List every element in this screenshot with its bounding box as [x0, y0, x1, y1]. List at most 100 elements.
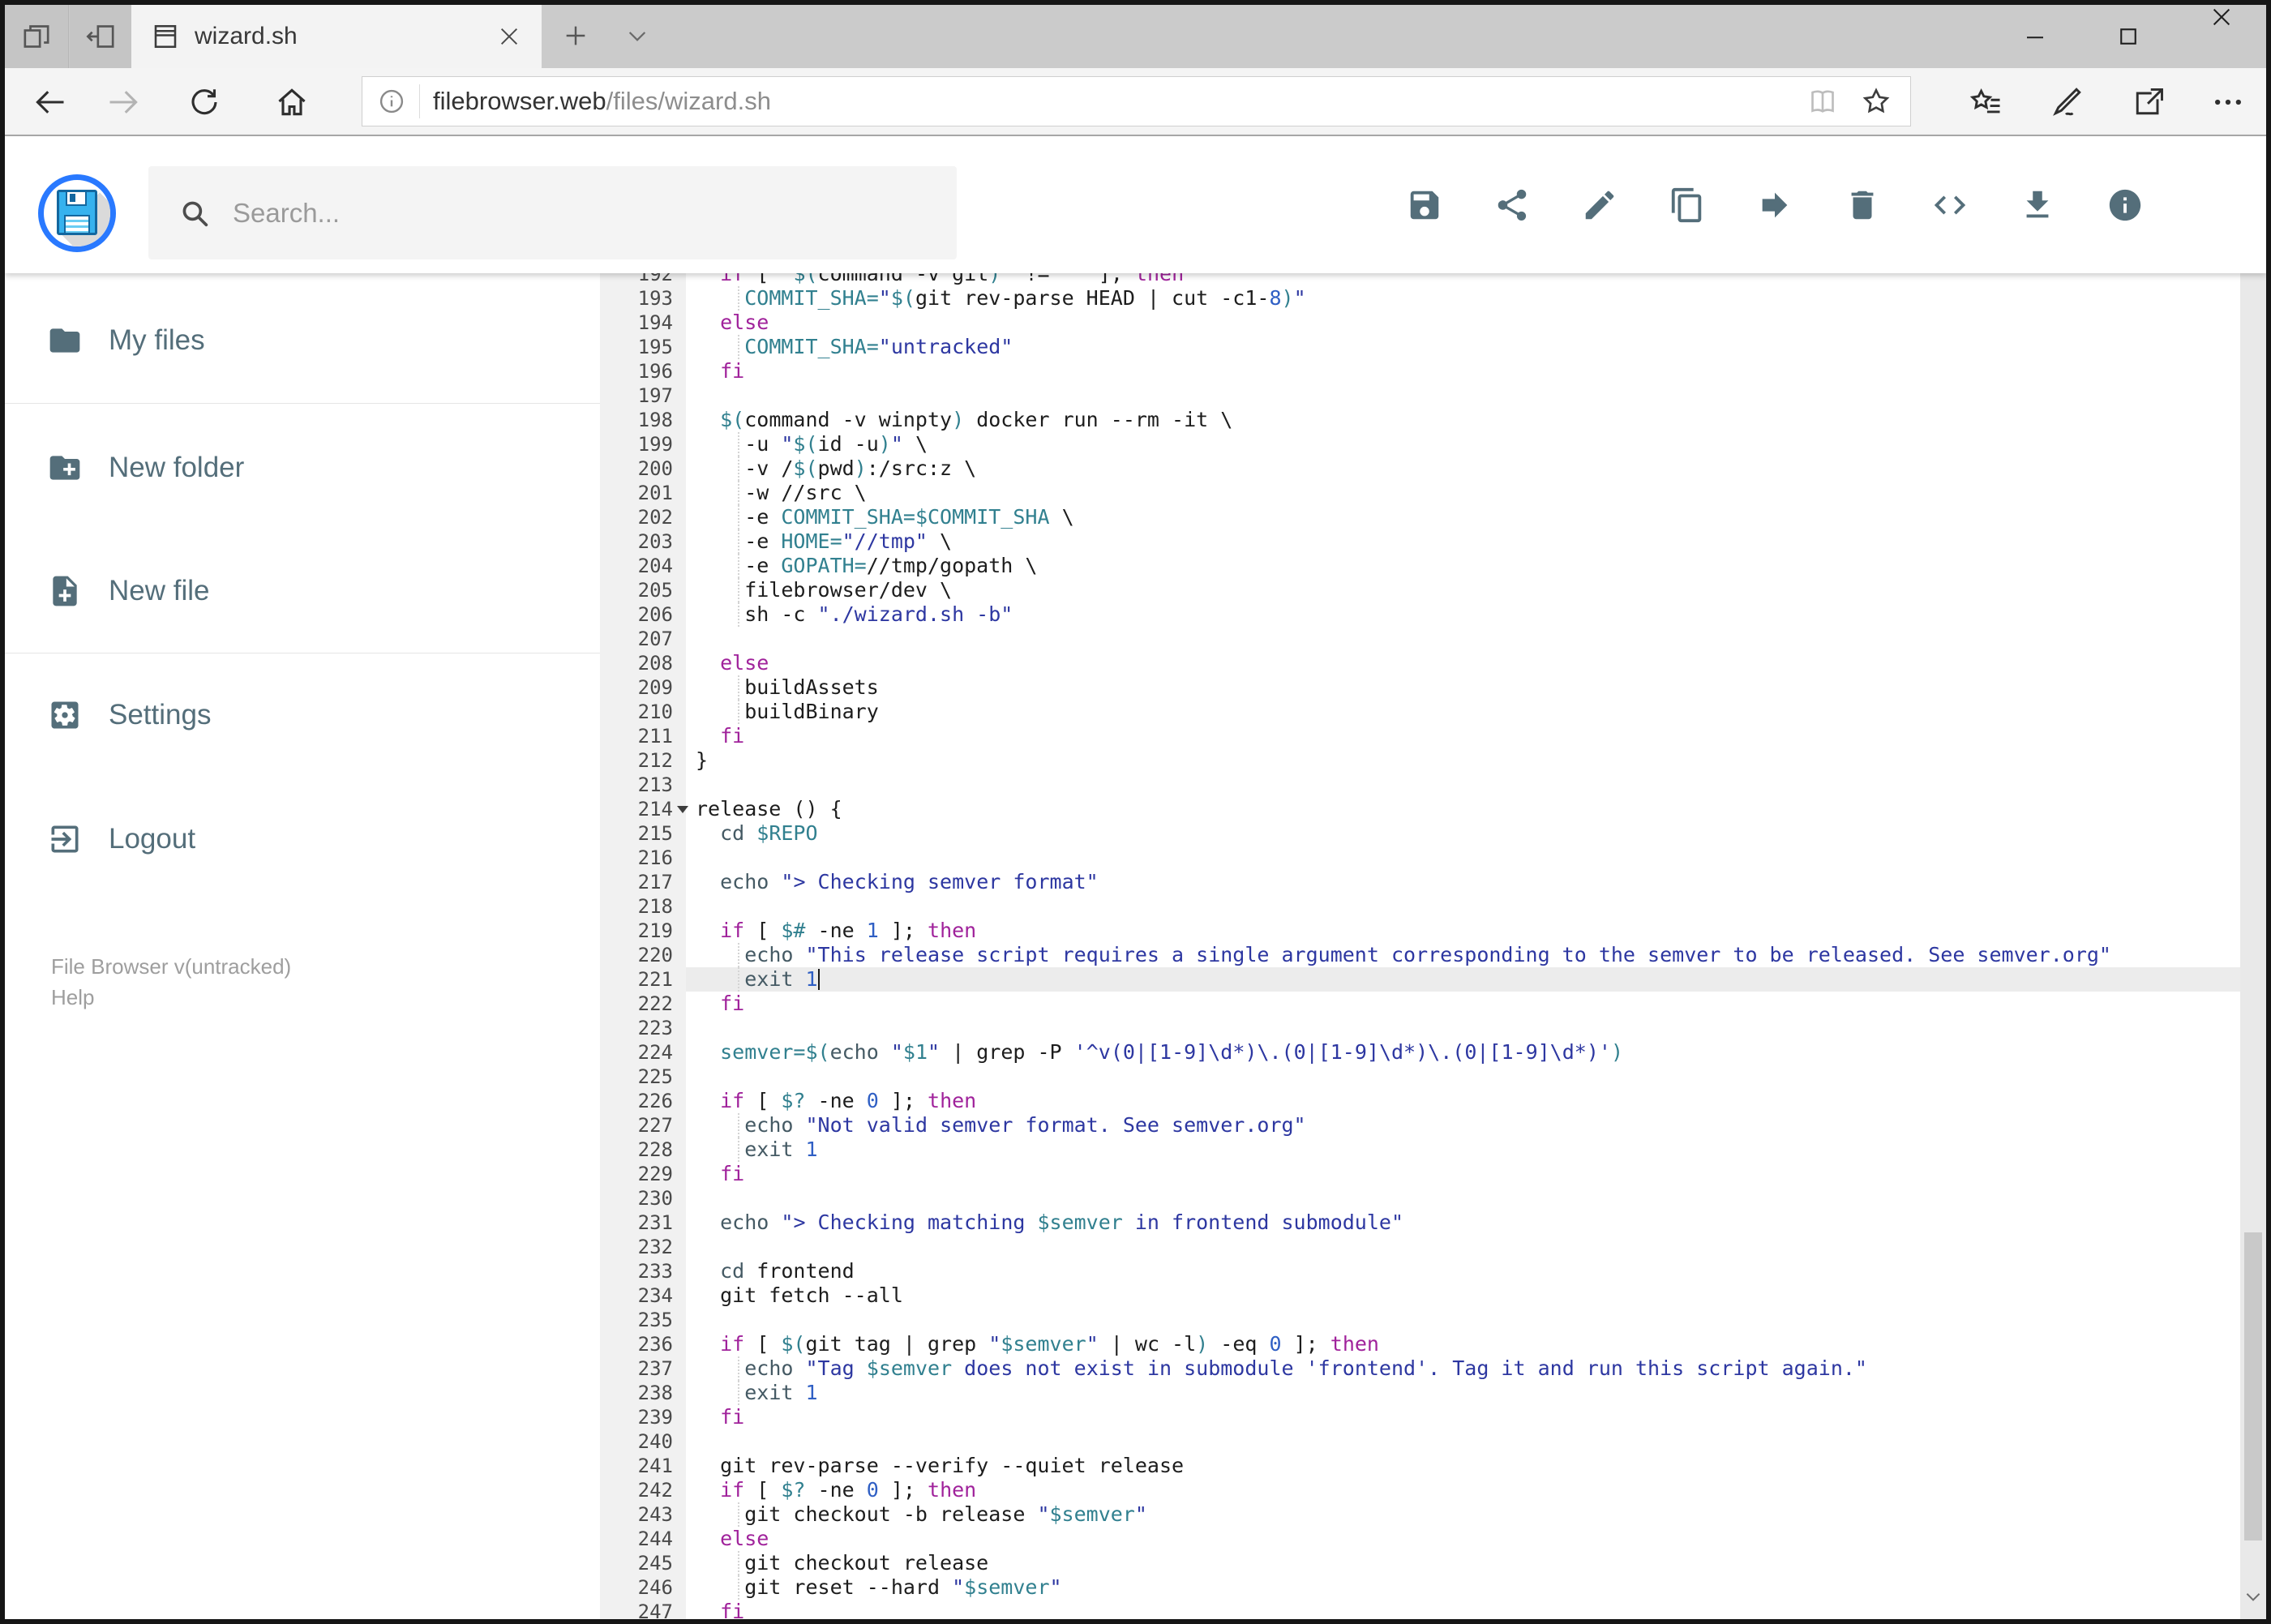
code-line-text[interactable]: else	[686, 311, 2240, 335]
code-line[interactable]: 213	[600, 773, 2240, 797]
code-line[interactable]: 242 if [ $? -ne 0 ]; then	[600, 1478, 2240, 1502]
page-scrollbar[interactable]	[2240, 138, 2266, 1619]
code-line[interactable]: 237 echo "Tag $semver does not exist in …	[600, 1356, 2240, 1381]
code-line-text[interactable]: fi	[686, 992, 2240, 1016]
window-maximize-button[interactable]	[2092, 5, 2165, 68]
code-line[interactable]: 238 exit 1	[600, 1381, 2240, 1405]
tab-wizard-sh[interactable]: wizard.sh	[131, 5, 542, 68]
code-line[interactable]: 239 fi	[600, 1405, 2240, 1429]
code-line[interactable]: 245 git checkout release	[600, 1551, 2240, 1575]
code-line[interactable]: 226 if [ $? -ne 0 ]; then	[600, 1089, 2240, 1113]
code-line[interactable]: 195 COMMIT_SHA="untracked"	[600, 335, 2240, 359]
code-line-text[interactable]: cd frontend	[686, 1259, 2240, 1283]
scroll-down-icon[interactable]	[2240, 1580, 2266, 1613]
reading-view-icon[interactable]	[1806, 85, 1839, 118]
code-line[interactable]: 225	[600, 1065, 2240, 1089]
code-line-text[interactable]: sh -c "./wizard.sh -b"	[686, 602, 2240, 627]
sidebar-item-logout[interactable]: Logout	[5, 795, 600, 884]
code-line[interactable]: 212}	[600, 748, 2240, 773]
code-line[interactable]: 220 echo "This release script requires a…	[600, 943, 2240, 967]
home-button[interactable]	[261, 73, 323, 131]
code-line[interactable]: 196 fi	[600, 359, 2240, 384]
set-aside-tabs-button[interactable]	[70, 5, 134, 68]
code-line-text[interactable]: COMMIT_SHA="untracked"	[686, 335, 2240, 359]
code-view-button[interactable]	[1906, 156, 1994, 254]
window-close-button[interactable]	[2185, 5, 2258, 29]
code-line[interactable]: 230	[600, 1186, 2240, 1211]
code-line-text[interactable]	[686, 894, 2240, 919]
forward-button[interactable]	[92, 73, 154, 131]
code-line[interactable]: 224 semver=$(echo "$1" | grep -P '^v(0|[…	[600, 1040, 2240, 1065]
code-line[interactable]: 221 exit 1	[600, 967, 2240, 992]
move-button[interactable]	[1731, 156, 1819, 254]
code-line-text[interactable]: -v /$(pwd):/src:z \	[686, 456, 2240, 481]
scrollbar-thumb[interactable]	[2244, 1232, 2262, 1540]
code-line-text[interactable]: git rev-parse --verify --quiet release	[686, 1454, 2240, 1478]
code-line-text[interactable]: -e COMMIT_SHA=$COMMIT_SHA \	[686, 505, 2240, 529]
code-line[interactable]: 229 fi	[600, 1162, 2240, 1186]
site-info-icon[interactable]	[377, 87, 406, 116]
code-line-text[interactable]: -u "$(id -u)" \	[686, 432, 2240, 456]
code-line[interactable]: 227 echo "Not valid semver format. See s…	[600, 1113, 2240, 1138]
code-line-text[interactable]: -w //src \	[686, 481, 2240, 505]
code-line[interactable]: 231 echo "> Checking matching $semver in…	[600, 1211, 2240, 1235]
code-line-text[interactable]: cd $REPO	[686, 821, 2240, 846]
code-line[interactable]: 228 exit 1	[600, 1138, 2240, 1162]
code-line[interactable]: 198 $(command -v winpty) docker run --rm…	[600, 408, 2240, 432]
code-line[interactable]: 223	[600, 1016, 2240, 1040]
sidebar-item-new-folder[interactable]: New folder	[5, 423, 600, 512]
code-line[interactable]: 205 filebrowser/dev \	[600, 578, 2240, 602]
code-line-text[interactable]	[686, 1429, 2240, 1454]
code-line[interactable]: 240	[600, 1429, 2240, 1454]
code-line-text[interactable]: git checkout release	[686, 1551, 2240, 1575]
code-line[interactable]: 217 echo "> Checking semver format"	[600, 870, 2240, 894]
code-line-text[interactable]: git fetch --all	[686, 1283, 2240, 1308]
code-line-text[interactable]: echo "Tag $semver does not exist in subm…	[686, 1356, 2240, 1381]
code-line-text[interactable]: echo "This release script requires a sin…	[686, 943, 2240, 967]
code-line-text[interactable]: semver=$(echo "$1" | grep -P '^v(0|[1-9]…	[686, 1040, 2240, 1065]
code-line-text[interactable]: if [ "$(command -v git)" != "" ]; then	[686, 273, 2240, 286]
code-line[interactable]: 232	[600, 1235, 2240, 1259]
sidebar-item-my-files[interactable]: My files	[5, 296, 600, 385]
help-link[interactable]: Help	[51, 985, 94, 1010]
code-line-text[interactable]: fi	[686, 359, 2240, 384]
code-line-text[interactable]: git checkout -b release "$semver"	[686, 1502, 2240, 1527]
new-tab-button[interactable]	[556, 16, 595, 55]
code-line-text[interactable]: exit 1	[686, 967, 2240, 992]
code-line-text[interactable]: buildAssets	[686, 675, 2240, 700]
code-line[interactable]: 197	[600, 384, 2240, 408]
code-line-text[interactable]: if [ $(git tag | grep "$semver" | wc -l)…	[686, 1332, 2240, 1356]
code-line[interactable]: 208 else	[600, 651, 2240, 675]
code-line-text[interactable]: if [ $? -ne 0 ]; then	[686, 1089, 2240, 1113]
code-line-text[interactable]: -e GOPATH=//tmp/gopath \	[686, 554, 2240, 578]
code-line-text[interactable]: echo "Not valid semver format. See semve…	[686, 1113, 2240, 1138]
download-button[interactable]	[1994, 156, 2081, 254]
code-line[interactable]: 192 if [ "$(command -v git)" != "" ]; th…	[600, 273, 2240, 286]
code-line-text[interactable]: buildBinary	[686, 700, 2240, 724]
code-line-text[interactable]: release () {	[686, 797, 2240, 821]
share-page-button[interactable]	[2115, 73, 2183, 131]
code-line-text[interactable]	[686, 627, 2240, 651]
code-line[interactable]: 216	[600, 846, 2240, 870]
code-line[interactable]: 209 buildAssets	[600, 675, 2240, 700]
code-line[interactable]: 211 fi	[600, 724, 2240, 748]
code-line[interactable]: 233 cd frontend	[600, 1259, 2240, 1283]
code-line-text[interactable]	[686, 773, 2240, 797]
sidebar-item-new-file[interactable]: New file	[5, 546, 600, 636]
code-line[interactable]: 203 -e HOME="//tmp" \	[600, 529, 2240, 554]
code-line[interactable]: 201 -w //src \	[600, 481, 2240, 505]
code-line[interactable]: 214 release () {	[600, 797, 2240, 821]
code-line-text[interactable]	[686, 1235, 2240, 1259]
search-box[interactable]	[148, 166, 957, 259]
code-line-text[interactable]: echo "> Checking matching $semver in fro…	[686, 1211, 2240, 1235]
tab-list-chevron-button[interactable]	[618, 18, 657, 54]
back-button[interactable]	[19, 73, 81, 131]
copy-button[interactable]	[1643, 156, 1731, 254]
delete-button[interactable]	[1819, 156, 1906, 254]
code-line[interactable]: 199 -u "$(id -u)" \	[600, 432, 2240, 456]
code-line[interactable]: 210 buildBinary	[600, 700, 2240, 724]
info-button[interactable]	[2081, 156, 2169, 254]
code-line-text[interactable]	[686, 1016, 2240, 1040]
code-line-text[interactable]: fi	[686, 1405, 2240, 1429]
filebrowser-logo[interactable]	[38, 174, 116, 252]
